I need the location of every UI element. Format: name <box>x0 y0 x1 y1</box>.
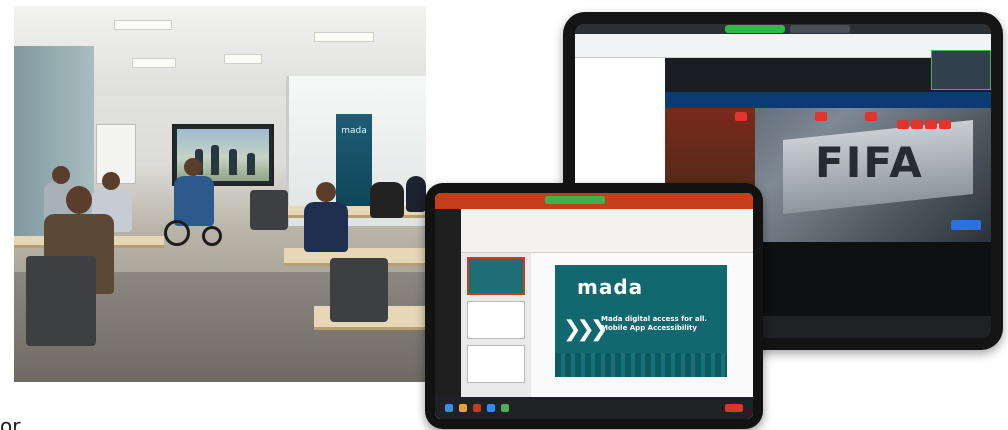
attendee-head <box>66 186 92 214</box>
powerpoint-titlebar <box>435 193 753 209</box>
zoom-icon <box>487 404 495 412</box>
wheelchair-wheel <box>202 226 222 246</box>
wave-error-icon <box>815 112 827 121</box>
office-chair <box>250 190 288 230</box>
rollup-banner: mada <box>336 114 372 210</box>
windows-taskbar <box>435 397 753 419</box>
tablet-screen: mada ❯❯❯ Mada digital access for all. Mo… <box>435 193 753 419</box>
powerpoint-icon <box>473 404 481 412</box>
slide-thumbnail <box>467 257 525 295</box>
fifa-sign-text: FIFA <box>815 138 924 187</box>
tv-person <box>211 145 219 175</box>
start-icon <box>445 404 453 412</box>
stop-share-pill <box>790 25 850 33</box>
caption-text: or <box>0 414 21 430</box>
wave-error-icon <box>865 112 877 121</box>
classroom-photo: mada <box>14 6 426 382</box>
wheelchair-wheel <box>164 220 190 246</box>
zoom-topbar <box>575 24 991 34</box>
sharing-indicator <box>545 196 605 204</box>
slide-thumbnail <box>467 345 525 383</box>
office-chair <box>330 258 388 322</box>
wave-error-icon <box>897 120 909 129</box>
app-icon <box>501 404 509 412</box>
powerpoint-ribbon <box>435 209 753 253</box>
attendee-head <box>316 182 336 202</box>
ceiling-light <box>132 58 176 68</box>
wave-error-icon <box>911 120 923 129</box>
attendee <box>304 202 348 252</box>
button-overlay <box>951 220 981 230</box>
photo-collage: mada or FIFA mada ❯❯❯ Mada digital acces… <box>0 0 1008 430</box>
chevron-arrows-icon: ❯❯❯ <box>563 317 608 342</box>
attendee-head <box>184 158 202 176</box>
tv-person <box>229 149 237 175</box>
attendee-head <box>52 166 70 184</box>
ceiling-light <box>114 20 172 30</box>
office-chair <box>26 256 96 346</box>
wave-nav-bar <box>665 92 991 108</box>
ceiling-light <box>314 32 374 42</box>
attendee <box>370 182 404 218</box>
wave-error-icon <box>735 112 747 121</box>
attendee <box>406 176 426 212</box>
ceiling-light <box>224 54 262 64</box>
end-call-icon <box>725 404 743 412</box>
attendee-head <box>102 172 120 190</box>
browser-address-bar <box>575 34 991 58</box>
app-icon <box>459 404 467 412</box>
city-skyline-graphic <box>555 353 727 377</box>
zoom-side-panel <box>435 209 461 397</box>
tv-person <box>247 153 255 175</box>
sharing-indicator <box>725 25 785 33</box>
slide-headline: Mada digital access for all. Mobile App … <box>601 315 708 332</box>
slide-logo: mada <box>577 275 644 299</box>
presenter-video-tile <box>931 50 991 90</box>
wave-error-icon <box>925 120 937 129</box>
current-slide: mada ❯❯❯ Mada digital access for all. Mo… <box>555 265 727 377</box>
attendee-wheelchair <box>174 176 214 226</box>
banner-text: mada <box>341 126 367 136</box>
wave-error-icon <box>939 120 951 129</box>
tablet-powerpoint: mada ❯❯❯ Mada digital access for all. Mo… <box>425 183 763 429</box>
slide-thumbnail <box>467 301 525 339</box>
slide-thumbnails <box>461 253 531 397</box>
